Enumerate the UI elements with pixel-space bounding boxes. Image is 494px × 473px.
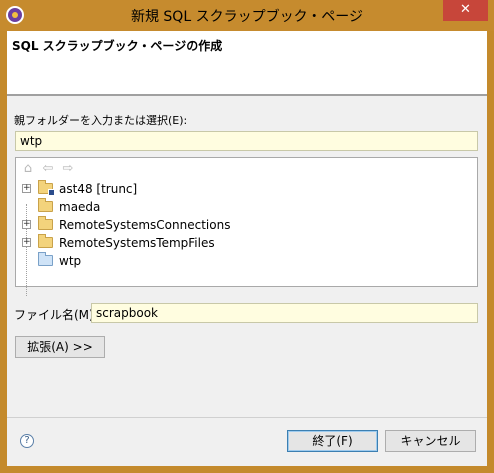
parent-folder-input[interactable]: wtp	[15, 131, 478, 151]
expand-icon[interactable]: +	[22, 238, 31, 247]
banner-separator	[7, 95, 487, 96]
folder-icon	[38, 198, 53, 212]
tree-item-label: ast48 [trunc]	[59, 182, 138, 196]
finish-button[interactable]: 終了(F)	[287, 430, 378, 452]
folder-tree[interactable]: ⌂ ⇦ ⇨ + ast48 [trunc] maeda + RemoteSyst…	[15, 157, 478, 296]
tree-item-label: wtp	[59, 254, 82, 268]
wizard-banner: SQL スクラップブック・ページの作成	[7, 31, 487, 95]
help-icon[interactable]: ?	[20, 434, 34, 448]
footer-separator	[7, 417, 487, 418]
dialog-client: SQL スクラップブック・ページの作成 親フォルダーを入力または選択(E): w…	[7, 31, 487, 466]
folder-icon	[38, 234, 53, 248]
dialog-window: 新規 SQL スクラップブック・ページ ✕ SQL スクラップブック・ページの作…	[0, 0, 494, 473]
file-name-input[interactable]: scrapbook	[91, 303, 478, 323]
file-name-label: ファイル名(M):	[14, 308, 98, 322]
tree-guide-line	[26, 204, 27, 296]
open-folder-icon	[38, 252, 53, 266]
close-button[interactable]: ✕	[443, 0, 488, 21]
back-icon[interactable]: ⇦	[40, 161, 56, 177]
parent-folder-label: 親フォルダーを入力または選択(E):	[14, 114, 188, 127]
tree-item-label: RemoteSystemsTempFiles	[59, 236, 215, 250]
title-bar: 新規 SQL スクラップブック・ページ ✕	[0, 0, 494, 31]
tree-item-label: RemoteSystemsConnections	[59, 218, 231, 232]
page-title: SQL スクラップブック・ページの作成	[12, 39, 223, 53]
expand-icon[interactable]: +	[22, 220, 31, 229]
window-title: 新規 SQL スクラップブック・ページ	[130, 9, 364, 25]
forward-icon[interactable]: ⇨	[60, 161, 76, 177]
cancel-button[interactable]: キャンセル	[385, 430, 476, 452]
tree-item-label: maeda	[59, 200, 101, 214]
expand-icon[interactable]: +	[22, 184, 31, 193]
project-badge-icon	[48, 189, 55, 196]
advanced-button[interactable]: 拡張(A) >>	[15, 336, 105, 358]
folder-icon	[38, 216, 53, 230]
home-icon[interactable]: ⌂	[20, 161, 36, 177]
